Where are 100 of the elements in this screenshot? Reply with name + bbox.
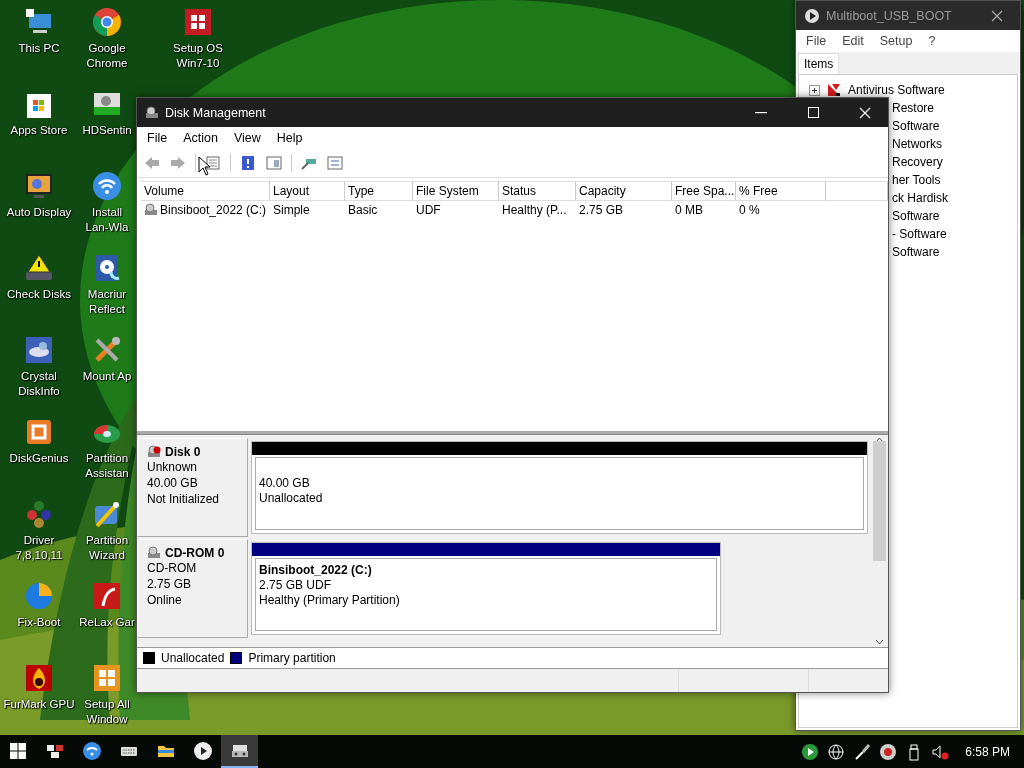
circle-logo-icon[interactable] bbox=[91, 6, 123, 38]
disk-info: Not Initialized bbox=[147, 492, 221, 507]
icon-label: This PC bbox=[18, 41, 60, 56]
tree-item[interactable]: Recovery bbox=[892, 155, 943, 169]
column-header[interactable]: % Free bbox=[736, 181, 826, 201]
icon-label: Setup OS Win7-10 bbox=[172, 41, 224, 71]
tree-item[interactable]: her Tools bbox=[892, 173, 941, 187]
menu-item[interactable]: Help bbox=[268, 131, 311, 145]
disk-info: 2.75 GB bbox=[147, 577, 193, 592]
tree-item[interactable]: Networks bbox=[892, 137, 942, 151]
wifi-icon bbox=[81, 740, 102, 761]
partition-block[interactable]: Binsiboot_2022 (C:) 2.75 GB UDF Healthy (Primary Partition) bbox=[251, 542, 721, 635]
play-icon bbox=[804, 7, 820, 24]
window-title: Multiboot_USB_BOOT bbox=[826, 8, 953, 23]
disc-icon[interactable] bbox=[879, 742, 898, 761]
partition-info: Unallocated bbox=[259, 491, 324, 506]
play-icon[interactable] bbox=[801, 742, 820, 761]
icon-label: ReLax Gar bbox=[79, 615, 135, 630]
checklist-icon bbox=[326, 154, 344, 172]
menu-item[interactable]: Action bbox=[175, 131, 226, 145]
maximize-icon bbox=[807, 107, 819, 118]
window-title: Disk Management bbox=[165, 105, 267, 120]
partition-block[interactable]: 40.00 GB Unallocated bbox=[251, 441, 868, 534]
close-icon bbox=[991, 9, 1003, 22]
icon-label: Fix-Boot bbox=[17, 615, 61, 630]
partition-info: 2.75 GB UDF bbox=[259, 578, 333, 593]
expand-icon[interactable] bbox=[809, 84, 820, 96]
close-icon bbox=[859, 106, 871, 119]
icon-label: Partition Assistan bbox=[84, 451, 130, 481]
taskbar-app[interactable] bbox=[221, 735, 258, 768]
scrollbar-thumb[interactable] bbox=[873, 441, 886, 561]
icon-label: DiskGenius bbox=[9, 451, 69, 466]
disk-info: Online bbox=[147, 593, 183, 608]
table-cell-text: 0 % bbox=[738, 202, 761, 219]
brush-icon[interactable] bbox=[853, 742, 872, 761]
icon-label: Crystal DiskInfo bbox=[17, 369, 61, 399]
tree-item[interactable]: Software bbox=[892, 245, 940, 259]
tree-item[interactable]: Software bbox=[892, 209, 940, 223]
icon-label: Driver 7,8,10,11 bbox=[14, 533, 64, 563]
tree-item[interactable]: Restore bbox=[892, 101, 935, 115]
tree-item[interactable]: Software bbox=[892, 119, 940, 133]
disc-drive-icon bbox=[144, 203, 158, 217]
icon-label: Auto Display bbox=[6, 205, 72, 220]
menu-item[interactable]: Setup bbox=[871, 34, 921, 48]
table-cell-text: Healthy (P... bbox=[501, 202, 568, 219]
shield-icon bbox=[826, 82, 842, 98]
menu-item[interactable]: ? bbox=[920, 34, 944, 48]
icon-label: Install Lan-Wla bbox=[84, 205, 130, 235]
menu-item[interactable]: View bbox=[225, 131, 269, 145]
table-cell-text: UDF bbox=[415, 202, 442, 219]
icon-label: Macriur Reflect bbox=[86, 287, 128, 317]
panel-icon bbox=[265, 154, 283, 172]
table-cell-text: Basic bbox=[347, 202, 379, 219]
tree-item[interactable]: - Software bbox=[892, 227, 947, 241]
partition-info: Healthy (Primary Partition) bbox=[259, 593, 401, 608]
menu-item[interactable]: File bbox=[798, 34, 835, 48]
scroll-down-icon[interactable] bbox=[875, 639, 884, 645]
forward-arrow-icon bbox=[169, 154, 187, 172]
disk-info: Unknown bbox=[147, 460, 199, 475]
disk-info: 40.00 GB bbox=[147, 476, 199, 491]
column-header[interactable]: File System bbox=[413, 181, 499, 201]
windows-logo-icon[interactable] bbox=[91, 662, 123, 694]
tree-item[interactable]: ck Hardisk bbox=[892, 191, 948, 205]
menu-item[interactable]: Edit bbox=[834, 34, 872, 48]
minimize-icon bbox=[755, 111, 767, 114]
table-cell-text: 2.75 GB bbox=[578, 202, 625, 219]
table-cell-text: Simple bbox=[272, 202, 311, 219]
scrollbar[interactable] bbox=[871, 435, 888, 647]
column-header[interactable]: Volume bbox=[141, 181, 270, 201]
cd-drive-icon bbox=[147, 546, 161, 560]
table-cell-text: Binsiboot_2022 (C:) bbox=[160, 202, 267, 219]
column-header[interactable]: Capacity bbox=[576, 181, 672, 201]
clock[interactable]: 6:58 PM bbox=[965, 744, 1010, 759]
scroll-up-icon[interactable] bbox=[875, 437, 884, 443]
tree-item[interactable]: Antivirus Software bbox=[848, 83, 945, 97]
globe-icon[interactable] bbox=[827, 742, 846, 761]
disk-info: CD-ROM bbox=[147, 561, 198, 576]
partition-info: 40.00 GB bbox=[259, 476, 311, 491]
disk-error-icon bbox=[147, 445, 161, 459]
menu-item[interactable]: File bbox=[139, 131, 176, 145]
icon-label: Partition Wizard bbox=[84, 533, 130, 563]
column-header[interactable]: Status bbox=[499, 181, 576, 201]
column-header[interactable]: Type bbox=[345, 181, 413, 201]
icon-label: Mount Ap bbox=[82, 369, 132, 384]
icon-label: HDSentin bbox=[82, 123, 132, 138]
flame-icon[interactable] bbox=[23, 662, 55, 694]
icon-label: FurMark GPU bbox=[3, 697, 75, 712]
disk-name: Disk 0 bbox=[165, 445, 201, 459]
column-header[interactable]: Free Spa... bbox=[672, 181, 736, 201]
windows-logo-icon[interactable] bbox=[182, 6, 214, 38]
tile-icon[interactable] bbox=[91, 580, 123, 612]
wifi-icon[interactable] bbox=[91, 170, 123, 202]
windows-logo-icon bbox=[10, 742, 26, 759]
legend-label: Unallocated bbox=[161, 651, 225, 665]
column-header[interactable]: Layout bbox=[270, 181, 345, 201]
disk-name: CD-ROM 0 bbox=[165, 546, 225, 560]
drive-icon bbox=[145, 105, 159, 120]
help-icon bbox=[239, 154, 257, 172]
icon-label: Check Disks bbox=[7, 287, 71, 302]
tab[interactable]: Items bbox=[798, 53, 840, 74]
